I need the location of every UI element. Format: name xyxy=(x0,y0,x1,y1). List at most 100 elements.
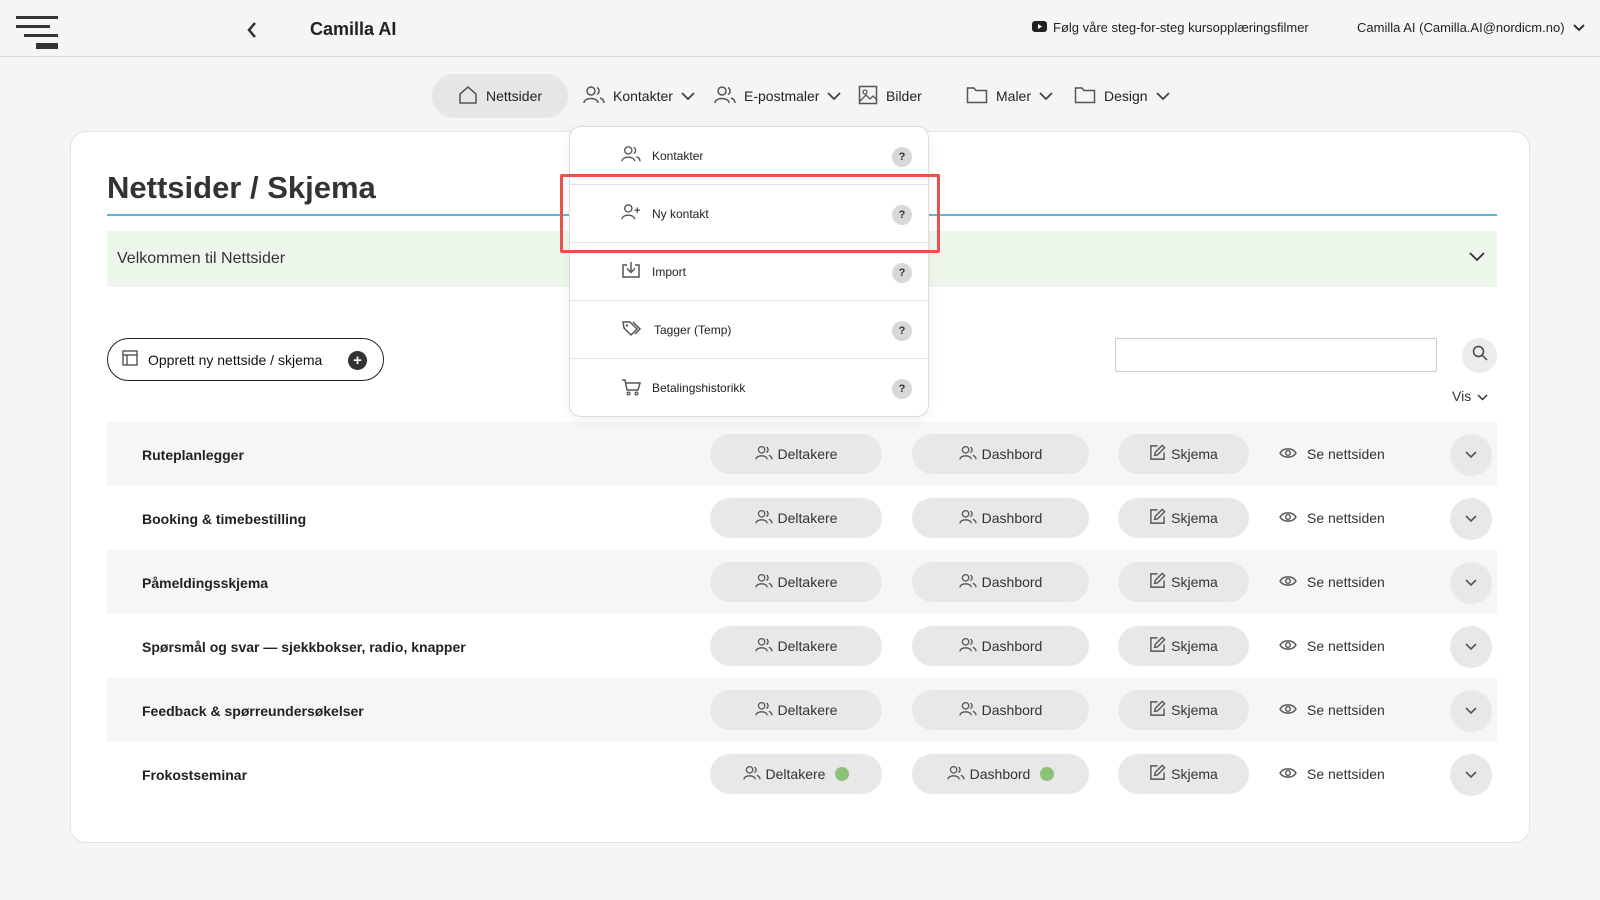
search-button[interactable] xyxy=(1462,338,1497,373)
tags-icon xyxy=(621,319,643,340)
dashboard-label: Dashbord xyxy=(981,702,1043,718)
view-page-label: Se nettsiden xyxy=(1307,702,1385,718)
participants-button[interactable]: Deltakere xyxy=(710,562,882,602)
help-icon[interactable]: ? xyxy=(892,263,912,283)
dashboard-button[interactable]: Dashbord xyxy=(912,754,1089,794)
chevron-down-icon[interactable] xyxy=(1469,249,1485,267)
form-button[interactable]: Skjema xyxy=(1118,690,1249,730)
edit-icon xyxy=(1149,764,1166,784)
dropdown-item-label: Tagger (Temp) xyxy=(654,322,732,337)
nav-item-bilder[interactable]: Bilder xyxy=(858,74,922,118)
dashboard-button[interactable]: Dashbord xyxy=(912,434,1089,474)
create-page-label: Opprett ny nettside / skjema xyxy=(148,351,323,368)
chevron-down-icon xyxy=(1155,88,1170,104)
search-input[interactable] xyxy=(1115,338,1437,372)
dashboard-label: Dashbord xyxy=(981,574,1043,590)
app-title: Camilla AI xyxy=(310,19,397,39)
plus-icon: + xyxy=(348,351,367,370)
dropdown-item-label: Kontakter xyxy=(652,148,704,163)
view-page-link[interactable]: Se nettsiden xyxy=(1279,754,1385,794)
view-page-label: Se nettsiden xyxy=(1307,446,1385,462)
row-expand-button[interactable] xyxy=(1450,690,1492,732)
participants-button[interactable]: Deltakere xyxy=(710,434,882,474)
view-page-link[interactable]: Se nettsiden xyxy=(1279,690,1385,730)
menu-icon[interactable] xyxy=(16,16,60,54)
users-icon xyxy=(754,509,773,528)
help-icon[interactable]: ? xyxy=(892,321,912,341)
dropdown-item-import[interactable]: Import ? xyxy=(570,243,928,301)
view-dropdown[interactable]: Vis xyxy=(1452,388,1488,404)
help-icon[interactable]: ? xyxy=(892,379,912,399)
nav-item-kontakter[interactable]: Kontakter xyxy=(583,74,695,118)
dropdown-item-betalingshistorikk[interactable]: Betalingshistorikk ? xyxy=(570,359,928,417)
row-expand-button[interactable] xyxy=(1450,626,1492,668)
dropdown-item-kontakter[interactable]: Kontakter ? xyxy=(570,127,928,185)
folder-icon xyxy=(1074,86,1096,107)
help-icon[interactable]: ? xyxy=(892,205,912,225)
row-title: Frokostseminar xyxy=(142,767,248,783)
user-menu[interactable]: Camilla AI (Camilla.AI@nordicm.no) xyxy=(1357,20,1585,35)
users-icon xyxy=(742,765,761,784)
row-expand-button[interactable] xyxy=(1450,754,1492,796)
participants-label: Deltakere xyxy=(777,446,838,462)
edit-icon xyxy=(1149,508,1166,528)
users-icon xyxy=(959,701,977,720)
chevron-down-icon xyxy=(1465,638,1477,656)
nav-item-label: Bilder xyxy=(886,88,922,104)
table-row: Feedback & spørreundersøkelser Deltakere D… xyxy=(107,678,1497,742)
dashboard-button[interactable]: Dashbord xyxy=(912,562,1089,602)
dashboard-button[interactable]: Dashbord xyxy=(912,498,1089,538)
form-label: Skjema xyxy=(1171,510,1218,526)
back-chevron-icon[interactable] xyxy=(240,18,264,42)
participants-label: Deltakere xyxy=(777,510,838,526)
nav-item-nettsider[interactable]: Nettsider xyxy=(432,74,569,118)
nav-item-design[interactable]: Design xyxy=(1074,74,1170,118)
dropdown-item-ny-kontakt[interactable]: Ny kontakt ? xyxy=(570,185,928,243)
view-page-link[interactable]: Se nettsiden xyxy=(1279,562,1385,602)
row-title: Booking & timebestilling xyxy=(142,511,307,527)
tutorial-link[interactable]: Følg våre steg-for-steg kursopplæringsfi… xyxy=(1032,20,1309,35)
dropdown-item-tagger[interactable]: Tagger (Temp) ? xyxy=(570,301,928,359)
participants-label: Deltakere xyxy=(777,574,838,590)
participants-button[interactable]: Deltakere xyxy=(710,498,882,538)
edit-icon xyxy=(1149,572,1166,592)
import-icon xyxy=(621,261,641,282)
nav-item-label: Design xyxy=(1104,88,1148,104)
row-title: Spørsmål og svar — sjekkbokser, radio, k… xyxy=(142,639,466,655)
participants-button[interactable]: Deltakere xyxy=(710,626,882,666)
row-expand-button[interactable] xyxy=(1450,434,1492,476)
chevron-down-icon xyxy=(1572,20,1585,35)
nav-item-e-postmaler[interactable]: E-postmaler xyxy=(714,74,842,118)
help-icon[interactable]: ? xyxy=(892,147,912,167)
users-icon xyxy=(754,445,773,464)
row-expand-button[interactable] xyxy=(1450,562,1492,604)
users-icon xyxy=(959,445,977,464)
form-button[interactable]: Skjema xyxy=(1118,754,1249,794)
eye-icon xyxy=(1279,574,1297,590)
row-expand-button[interactable] xyxy=(1450,498,1492,540)
participants-button[interactable]: Deltakere xyxy=(710,754,882,794)
create-page-button[interactable]: Opprett ny nettside / skjema + xyxy=(107,338,384,381)
view-page-link[interactable]: Se nettsiden xyxy=(1279,498,1385,538)
dashboard-button[interactable]: Dashbord xyxy=(912,626,1089,666)
user-label: Camilla AI (Camilla.AI@nordicm.no) xyxy=(1357,20,1565,35)
table-row: Påmeldingsskjema Deltakere Dashbord Skjema S… xyxy=(107,550,1497,614)
participants-button[interactable]: Deltakere xyxy=(710,690,882,730)
chevron-down-icon xyxy=(1465,766,1477,784)
participants-label: Deltakere xyxy=(777,702,838,718)
view-page-label: Se nettsiden xyxy=(1307,638,1385,654)
form-button[interactable]: Skjema xyxy=(1118,562,1249,602)
users-icon xyxy=(754,573,773,592)
nav-item-label: E-postmaler xyxy=(744,88,820,104)
nav-item-maler[interactable]: Maler xyxy=(966,74,1053,118)
view-page-link[interactable]: Se nettsiden xyxy=(1279,434,1385,474)
contacts-dropdown-menu: Kontakter ? Ny kontakt ? Import ? Tagger… xyxy=(569,126,929,417)
form-button[interactable]: Skjema xyxy=(1118,626,1249,666)
view-page-label: Se nettsiden xyxy=(1307,510,1385,526)
dashboard-button[interactable]: Dashbord xyxy=(912,690,1089,730)
view-page-link[interactable]: Se nettsiden xyxy=(1279,626,1385,666)
form-button[interactable]: Skjema xyxy=(1118,434,1249,474)
cart-icon xyxy=(621,378,641,399)
chevron-down-icon xyxy=(1465,574,1477,592)
form-button[interactable]: Skjema xyxy=(1118,498,1249,538)
